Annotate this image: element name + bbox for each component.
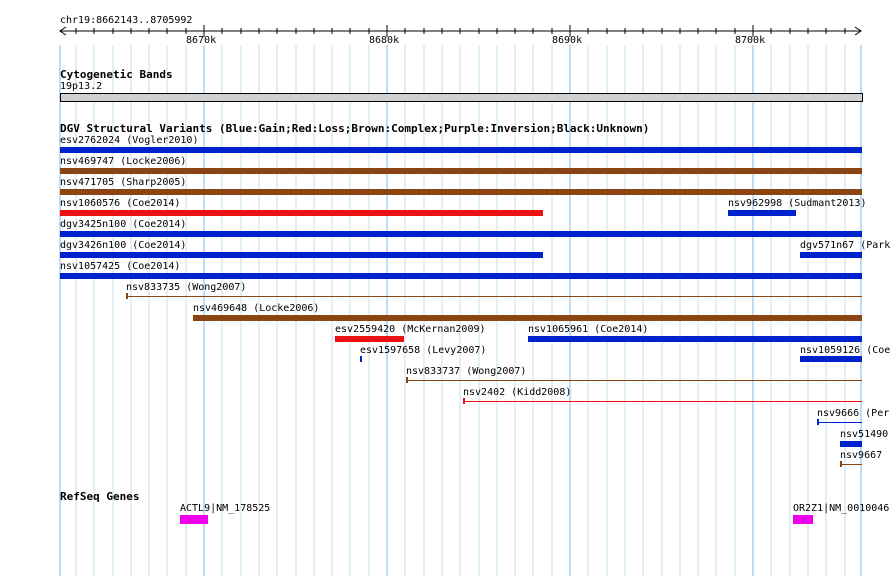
- track-title-cytoband: Cytogenetic Bands: [60, 68, 173, 81]
- feature-label: nsv962998 (Sudmant2013): [728, 198, 867, 209]
- variant-bar-gain[interactable]: [528, 336, 862, 342]
- variant-line-complex[interactable]: [840, 464, 862, 465]
- feature-label: nsv1065961 (Coe2014): [528, 324, 649, 335]
- track-title-refseq: RefSeq Genes: [60, 490, 140, 503]
- variant-bar-gain[interactable]: [60, 231, 862, 237]
- variant-bar-complex[interactable]: [60, 189, 862, 195]
- feature-label: nsv51490: [840, 429, 889, 440]
- feature-label: nsv2402 (Kidd2008): [463, 387, 572, 398]
- feature-label: nsv469747 (Locke2006): [60, 156, 187, 167]
- gene-label: ACTL9|NM_178525: [180, 503, 271, 514]
- feature-label: nsv9666 (Perr: [817, 408, 890, 419]
- variant-line-complex[interactable]: [406, 380, 862, 381]
- variant-bar-gain[interactable]: [60, 147, 862, 153]
- feature-label: nsv9667 (: [840, 450, 890, 461]
- variant-bar-loss[interactable]: [335, 336, 404, 342]
- feature-label: esv2559420 (McKernan2009): [335, 324, 486, 335]
- coordinate-ruler[interactable]: chr19:8662143..8705992 8670k 8680k 8690k…: [0, 0, 890, 60]
- feature-label: nsv469648 (Locke2006): [193, 303, 320, 314]
- variant-bar-gain[interactable]: [60, 273, 862, 279]
- feature-label: nsv1057425 (Coe2014): [60, 261, 181, 272]
- cytoband-bar[interactable]: [60, 93, 863, 102]
- cytoband-label: 19p13.2: [60, 81, 103, 92]
- variant-bar-gain[interactable]: [728, 210, 796, 216]
- ruler-tick-label: 8690k: [552, 35, 583, 46]
- feature-label: dgv3425n100 (Coe2014): [60, 219, 187, 230]
- feature-label: esv1597658 (Levy2007): [360, 345, 487, 356]
- ruler-tick-label: 8700k: [735, 35, 766, 46]
- feature-label: nsv833735 (Wong2007): [126, 282, 247, 293]
- feature-label: nsv471705 (Sharp2005): [60, 177, 187, 188]
- feature-label: nsv833737 (Wong2007): [406, 366, 527, 377]
- gene-label: OR2Z1|NM_00100469: [793, 503, 890, 514]
- variant-line-gain[interactable]: [817, 422, 862, 423]
- feature-label: esv2762024 (Vogler2010): [60, 135, 199, 146]
- variant-bar-complex[interactable]: [193, 315, 862, 321]
- ruler-tick-label: 8670k: [186, 35, 217, 46]
- variant-bar-gain[interactable]: [800, 252, 862, 258]
- variant-bar-gain[interactable]: [360, 356, 362, 362]
- variant-line-complex[interactable]: [126, 296, 862, 297]
- variant-bar-gain[interactable]: [60, 252, 543, 258]
- gene-exon[interactable]: [793, 515, 813, 524]
- variant-bar-gain[interactable]: [800, 356, 862, 362]
- ruler-axis: [59, 25, 862, 37]
- gene-exon[interactable]: [180, 515, 208, 524]
- ruler-tick-label: 8680k: [369, 35, 400, 46]
- variant-bar-complex[interactable]: [60, 168, 862, 174]
- feature-label: dgv571n67 (Park: [800, 240, 890, 251]
- feature-label: dgv3426n100 (Coe2014): [60, 240, 187, 251]
- track-title-dgv: DGV Structural Variants (Blue:Gain;Red:L…: [60, 122, 650, 135]
- variant-bar-loss[interactable]: [60, 210, 543, 216]
- variant-bar-gain[interactable]: [840, 441, 862, 447]
- feature-label: nsv1060576 (Coe2014): [60, 198, 181, 209]
- variant-line-loss[interactable]: [463, 401, 862, 402]
